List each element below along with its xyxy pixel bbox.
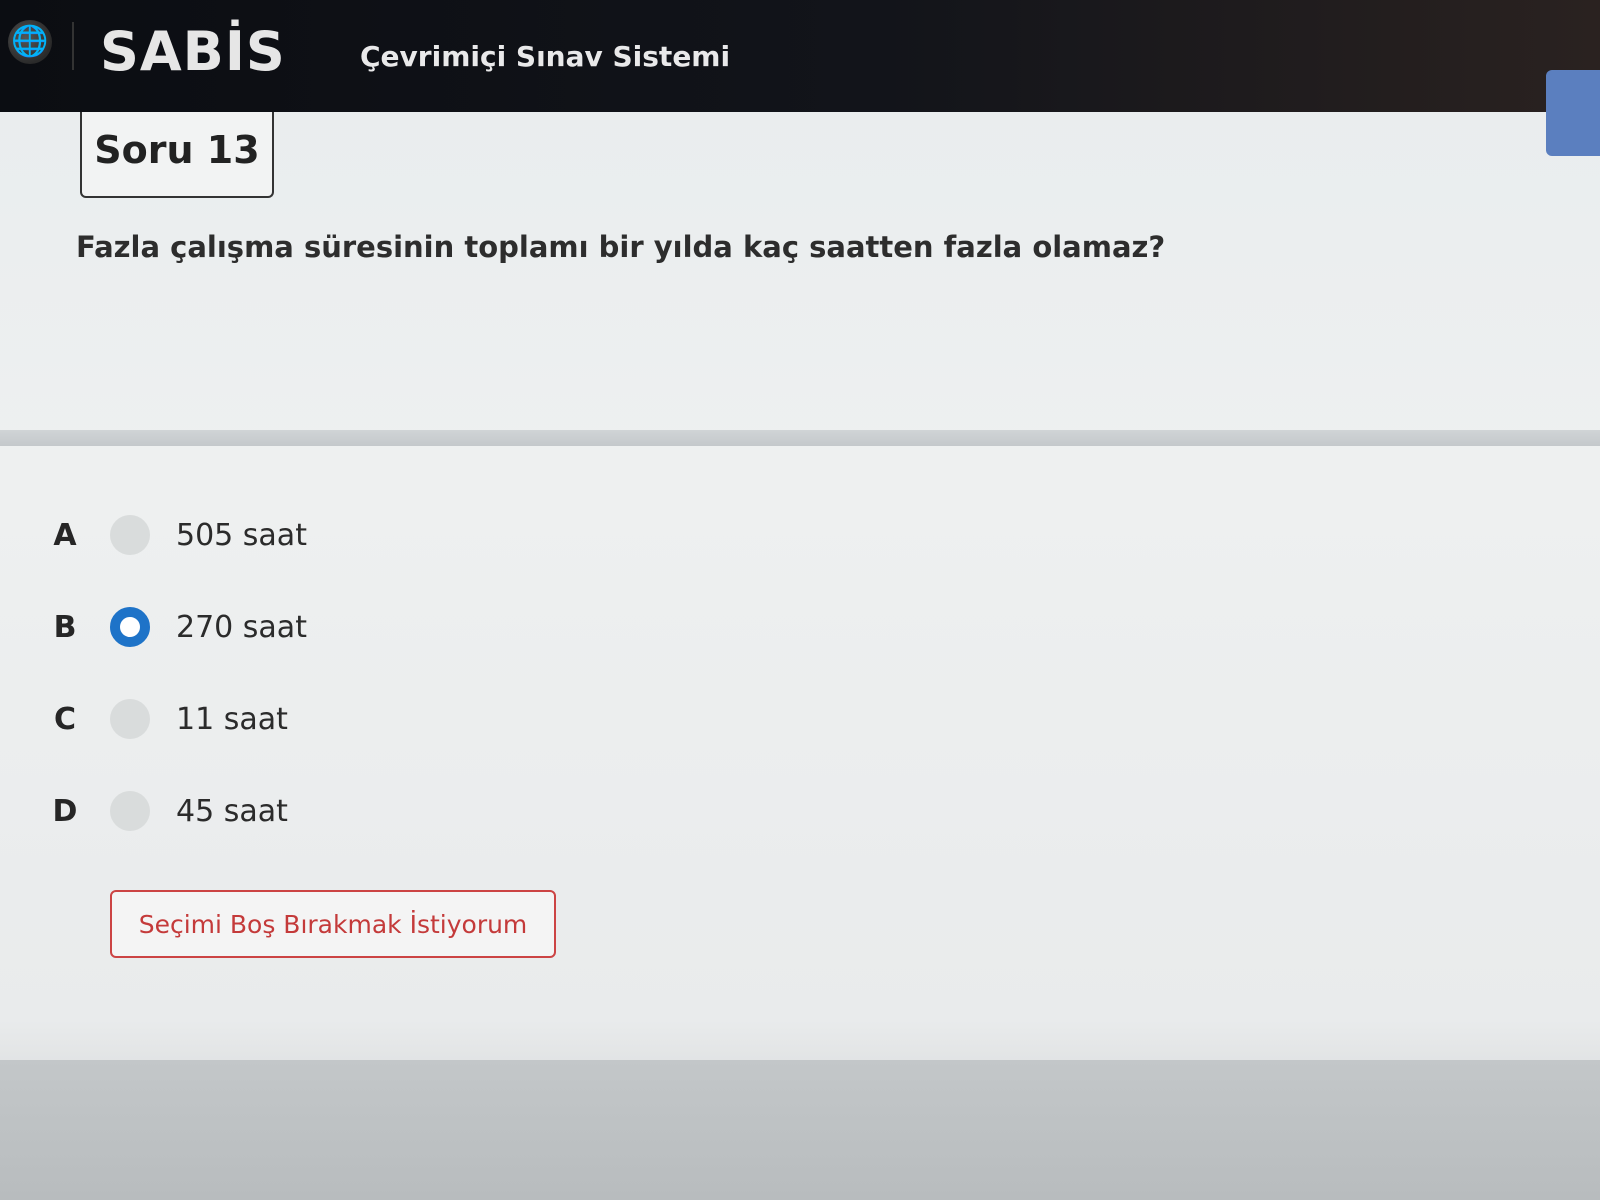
- option-text[interactable]: 45 saat: [176, 794, 288, 829]
- option-d[interactable]: D 45 saat: [40, 786, 288, 836]
- option-text[interactable]: 11 saat: [176, 702, 288, 737]
- option-a-radio[interactable]: [110, 515, 150, 555]
- question-number: Soru 13: [94, 128, 260, 172]
- option-letter: A: [53, 517, 77, 553]
- option-c[interactable]: C 11 saat: [40, 694, 288, 744]
- question-number-badge: Soru 13: [80, 112, 274, 198]
- leave-blank-button[interactable]: Seçimi Boş Bırakmak İstiyorum: [110, 890, 556, 958]
- option-a[interactable]: A 505 saat: [40, 510, 307, 560]
- footer-band: [0, 1060, 1600, 1200]
- option-letter: D: [52, 793, 78, 829]
- header-divider: [72, 22, 74, 70]
- app-logo[interactable]: SABİS: [100, 20, 286, 83]
- globe-icon: 🌐: [8, 20, 52, 64]
- option-c-radio[interactable]: [110, 699, 150, 739]
- top-bar: 🌐 SABİS Çevrimiçi Sınav Sistemi: [0, 0, 1600, 112]
- option-b-radio[interactable]: [110, 607, 150, 647]
- option-b[interactable]: B 270 saat: [40, 602, 307, 652]
- side-tab-button[interactable]: [1546, 70, 1600, 156]
- option-letter: B: [53, 609, 77, 645]
- option-text[interactable]: 270 saat: [176, 610, 307, 645]
- option-letter: C: [53, 701, 77, 737]
- option-text[interactable]: 505 saat: [176, 518, 307, 553]
- section-divider: [0, 430, 1600, 446]
- question-text: Fazla çalışma süresinin toplamı bir yıld…: [76, 230, 1166, 264]
- app-title: Çevrimiçi Sınav Sistemi: [360, 40, 731, 73]
- option-d-radio[interactable]: [110, 791, 150, 831]
